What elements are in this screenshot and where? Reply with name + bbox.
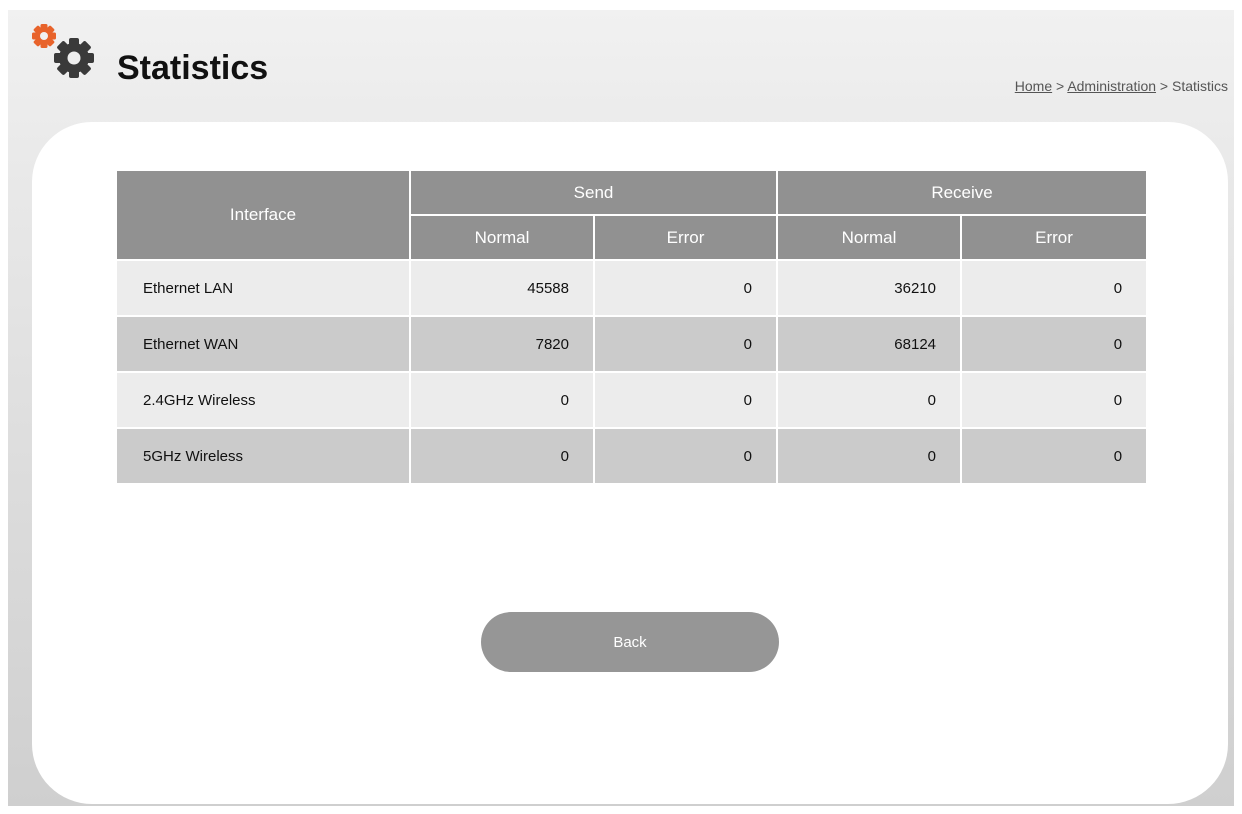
send-normal-value: 0 <box>409 427 595 483</box>
send-normal-value: 7820 <box>409 315 595 373</box>
column-header-interface: Interface <box>117 171 411 261</box>
breadcrumb-home-link[interactable]: Home <box>1015 78 1052 94</box>
gears-icon <box>32 24 94 78</box>
interface-name: 2.4GHz Wireless <box>117 371 411 429</box>
page-title: Statistics <box>117 49 269 87</box>
send-error-value: 0 <box>592 315 779 373</box>
table-row: Ethernet LAN 45588 0 36210 0 <box>117 259 1147 317</box>
send-error-value: 0 <box>592 259 779 317</box>
send-normal-value: 0 <box>409 371 595 429</box>
interface-name: Ethernet LAN <box>117 259 411 317</box>
column-header-receive-error: Error <box>960 214 1147 261</box>
table-row: 2.4GHz Wireless 0 0 0 0 <box>117 371 1147 429</box>
receive-error-value: 0 <box>960 259 1147 317</box>
receive-error-value: 0 <box>960 371 1147 429</box>
breadcrumb-separator: > <box>1052 78 1068 94</box>
breadcrumb: Home > Administration > Statistics <box>1015 78 1228 94</box>
receive-normal-value: 0 <box>776 427 963 483</box>
column-group-send: Send <box>408 171 779 216</box>
column-header-send-error: Error <box>592 214 779 261</box>
content-panel: Interface Send Receive Normal Error Norm… <box>32 122 1228 804</box>
back-button[interactable]: Back <box>481 612 779 672</box>
column-group-receive: Receive <box>776 171 1147 216</box>
send-normal-value: 45588 <box>409 259 595 317</box>
send-error-value: 0 <box>592 371 779 429</box>
receive-error-value: 0 <box>960 427 1147 483</box>
breadcrumb-separator: > <box>1156 78 1172 94</box>
column-header-send-normal: Normal <box>410 214 595 261</box>
statistics-table: Interface Send Receive Normal Error Norm… <box>117 171 1147 483</box>
send-error-value: 0 <box>592 427 779 483</box>
interface-name: Ethernet WAN <box>117 315 411 373</box>
column-header-receive-normal: Normal <box>776 214 963 261</box>
receive-normal-value: 68124 <box>776 315 963 373</box>
receive-error-value: 0 <box>960 315 1147 373</box>
receive-normal-value: 0 <box>776 371 963 429</box>
interface-name: 5GHz Wireless <box>117 427 411 483</box>
breadcrumb-administration-link[interactable]: Administration <box>1067 78 1156 94</box>
table-row: Ethernet WAN 7820 0 68124 0 <box>117 315 1147 373</box>
table-row: 5GHz Wireless 0 0 0 0 <box>117 427 1147 483</box>
breadcrumb-current: Statistics <box>1171 78 1228 94</box>
receive-normal-value: 36210 <box>776 259 963 317</box>
